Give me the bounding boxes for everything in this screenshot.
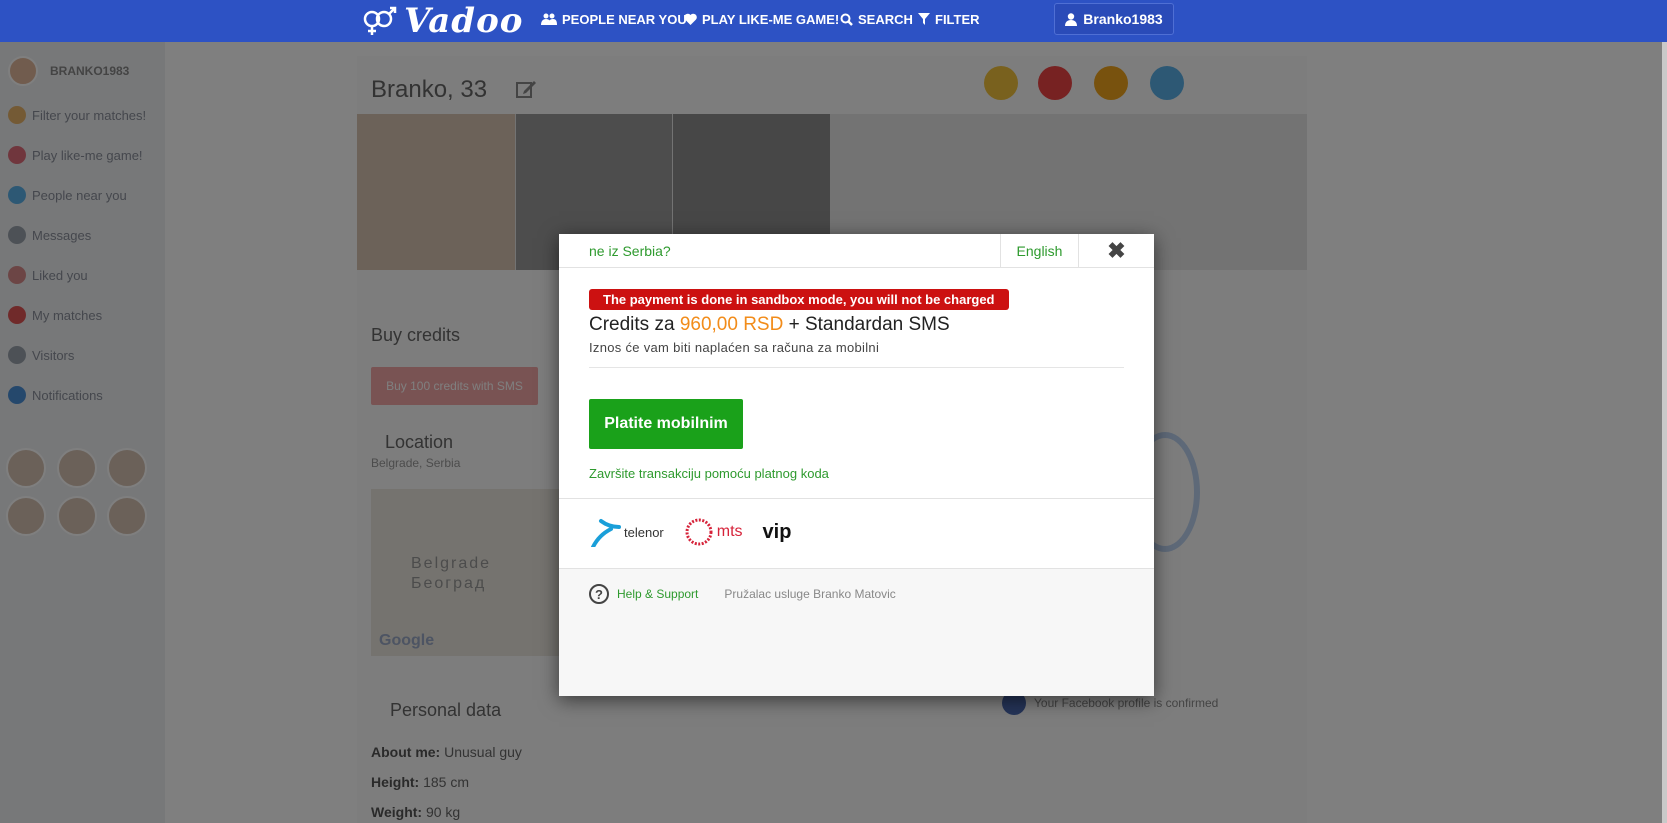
nav-label: PEOPLE NEAR YOU <box>562 11 687 27</box>
vip-logo: vip <box>763 521 792 544</box>
provider-text: Pružalac usluge Branko Matovic <box>724 587 896 601</box>
mts-logo: mts <box>684 517 743 547</box>
filter-icon <box>918 13 930 25</box>
vip-label: vip <box>762 520 792 543</box>
heart-icon <box>684 13 697 25</box>
credits-suffix: + Standardan SMS <box>783 314 950 335</box>
telenor-icon <box>591 519 621 547</box>
credits-prefix: Credits za <box>589 314 680 335</box>
pay-mobile-button[interactable]: Platite mobilnim <box>589 399 743 449</box>
nav-label: PLAY LIKE-ME GAME! <box>702 11 840 27</box>
nav-label: SEARCH <box>858 11 913 27</box>
help-icon[interactable]: ? <box>589 584 609 604</box>
credits-price: 960,00 RSD <box>679 314 784 335</box>
user-icon <box>1065 12 1078 26</box>
telenor-label: telenor <box>624 524 664 540</box>
language-selector[interactable]: English <box>1000 234 1078 268</box>
close-icon[interactable]: ✖ <box>1078 234 1154 268</box>
nav-people-near-you[interactable]: PEOPLE NEAR YOU <box>541 0 687 38</box>
modal-footer: ? Help & Support Pružalac usluge Branko … <box>589 584 896 604</box>
page-scrollbar[interactable] <box>1662 42 1667 823</box>
users-icon <box>541 13 557 25</box>
mts-icon <box>685 518 713 546</box>
nav-search[interactable]: SEARCH <box>840 0 913 38</box>
operator-logos: telenor mts vip <box>589 516 791 548</box>
credits-subtitle: Iznos će vam biti naplaćen sa računa za … <box>589 340 880 355</box>
credits-price-line: Credits za 960,00 RSD + Standardan SMS <box>589 314 950 336</box>
vadoo-logo[interactable]: Vadoo <box>360 1 524 41</box>
payment-modal: ne iz Serbia? English ✖ The payment is d… <box>559 234 1154 696</box>
mts-label: mts <box>716 523 743 540</box>
divider <box>559 568 1154 569</box>
sandbox-notice: The payment is done in sandbox mode, you… <box>589 289 1009 310</box>
search-icon <box>840 13 853 26</box>
divider <box>559 498 1154 499</box>
logo-text: Vadoo <box>404 1 524 41</box>
nav-label: FILTER <box>935 11 980 27</box>
divider <box>589 367 1124 368</box>
nav-play-like-me[interactable]: PLAY LIKE-ME GAME! <box>684 0 839 38</box>
user-menu-label: Branko1983 <box>1083 11 1163 27</box>
nav-filter[interactable]: FILTER <box>918 0 980 38</box>
modal-header: ne iz Serbia? English ✖ <box>559 234 1154 268</box>
payment-code-link[interactable]: Završite transakciju pomoću platnog koda <box>589 466 829 481</box>
top-navbar: Vadoo PEOPLE NEAR YOU PLAY LIKE-ME GAME!… <box>0 0 1667 42</box>
country-link[interactable]: ne iz Serbia? <box>589 234 671 268</box>
help-support-link[interactable]: Help & Support <box>617 587 698 601</box>
telenor-logo: telenor <box>589 517 664 547</box>
user-menu-button[interactable]: Branko1983 <box>1054 3 1174 35</box>
gender-symbols-icon <box>363 6 397 35</box>
